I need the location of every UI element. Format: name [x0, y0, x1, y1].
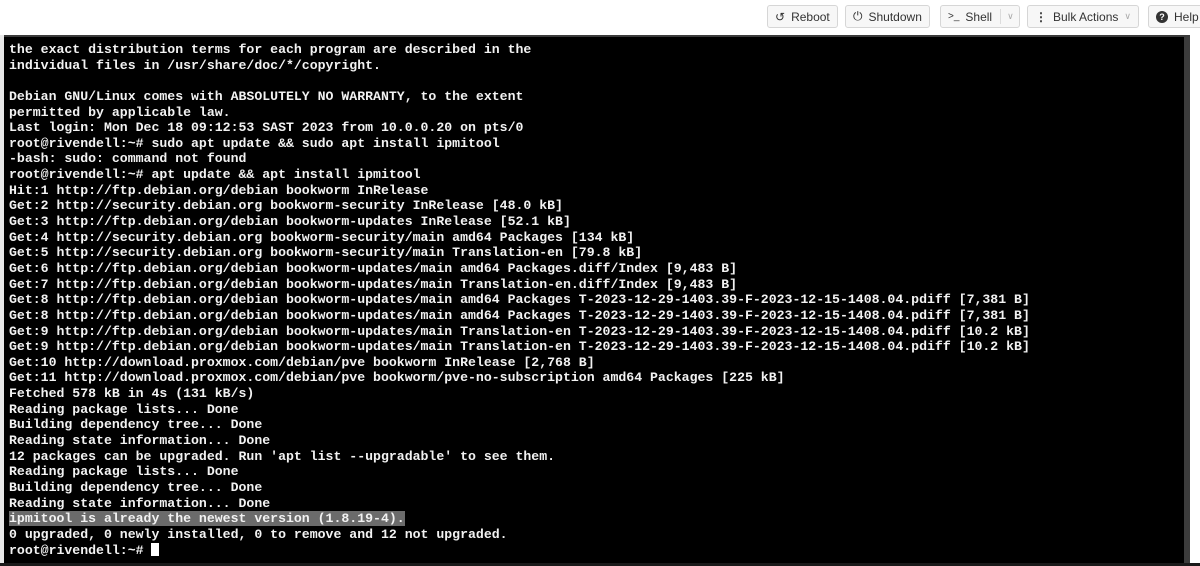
bulk-actions-label: Bulk Actions: [1053, 9, 1119, 24]
terminal-output: the exact distribution terms for each pr…: [9, 42, 1030, 558]
terminal-line-text: Get:9 http://ftp.debian.org/debian bookw…: [9, 323, 1030, 339]
shell-dropdown-chevron-down-icon[interactable]: ∨: [1007, 11, 1014, 22]
terminal-line-text: Debian GNU/Linux comes with ABSOLUTELY N…: [9, 88, 524, 104]
terminal-line: the exact distribution terms for each pr…: [9, 42, 1030, 58]
terminal-icon: >_: [948, 11, 960, 22]
terminal-line: Get:11 http://download.proxmox.com/debia…: [9, 370, 1030, 386]
shutdown-button[interactable]: ⏻ Shutdown: [845, 5, 930, 28]
terminal-line: Reading state information... Done: [9, 433, 1030, 449]
reboot-button[interactable]: ↺ Reboot: [767, 5, 838, 28]
terminal-console[interactable]: the exact distribution terms for each pr…: [4, 35, 1190, 563]
terminal-line: Debian GNU/Linux comes with ABSOLUTELY N…: [9, 89, 1030, 105]
terminal-line: Get:9 http://ftp.debian.org/debian bookw…: [9, 339, 1030, 355]
terminal-line: Get:2 http://security.debian.org bookwor…: [9, 198, 1030, 214]
prompt-line[interactable]: root@rivendell:~#: [9, 542, 1030, 559]
terminal-line: Get:10 http://download.proxmox.com/debia…: [9, 355, 1030, 371]
terminal-line-text: Hit:1 http://ftp.debian.org/debian bookw…: [9, 182, 429, 198]
terminal-line: Reading package lists... Done: [9, 464, 1030, 480]
terminal-line: Get:8 http://ftp.debian.org/debian bookw…: [9, 292, 1030, 308]
kebab-icon: ⋮: [1035, 9, 1047, 24]
terminal-line: 0 upgraded, 0 newly installed, 0 to remo…: [9, 527, 1030, 543]
bulk-actions-button[interactable]: ⋮ Bulk Actions ∨: [1027, 5, 1139, 28]
split-divider: [1000, 9, 1002, 24]
help-button[interactable]: ? Help: [1148, 5, 1200, 28]
terminal-line-text: individual files in /usr/share/doc/*/cop…: [9, 57, 381, 73]
terminal-line-text: Reading state information... Done: [9, 495, 271, 511]
reboot-icon: ↺: [775, 9, 786, 24]
terminal-line: -bash: sudo: command not found: [9, 151, 1030, 167]
terminal-line-text: Get:9 http://ftp.debian.org/debian bookw…: [9, 339, 1030, 355]
terminal-line: individual files in /usr/share/doc/*/cop…: [9, 58, 1030, 74]
bulk-actions-chevron-down-icon: ∨: [1124, 11, 1131, 21]
help-label: Help: [1174, 9, 1199, 24]
terminal-cursor: [151, 542, 160, 556]
terminal-line-text: permitted by applicable law.: [9, 104, 231, 120]
terminal-line-text: 12 packages can be upgraded. Run 'apt li…: [9, 448, 556, 464]
terminal-line-text: Get:11 http://download.proxmox.com/debia…: [9, 370, 785, 386]
terminal-line: Get:6 http://ftp.debian.org/debian bookw…: [9, 261, 1030, 277]
terminal-line: Get:8 http://ftp.debian.org/debian bookw…: [9, 308, 1030, 324]
terminal-line-text: Fetched 578 kB in 4s (131 kB/s): [9, 386, 255, 402]
shutdown-label: Shutdown: [868, 9, 922, 24]
terminal-line: root@rivendell:~# sudo apt update && sud…: [9, 136, 1030, 152]
terminal-line-text: 0 upgraded, 0 newly installed, 0 to remo…: [9, 526, 508, 542]
help-icon: ?: [1156, 10, 1168, 23]
terminal-line: permitted by applicable law.: [9, 105, 1030, 121]
terminal-line-text: Reading package lists... Done: [9, 401, 239, 417]
power-icon: ⏻: [853, 9, 863, 23]
shell-prompt: root@rivendell:~#: [9, 542, 152, 558]
terminal-line-text: Last login: Mon Dec 18 09:12:53 SAST 202…: [9, 120, 524, 136]
terminal-line: Get:4 http://security.debian.org bookwor…: [9, 230, 1030, 246]
terminal-line-text: Get:10 http://download.proxmox.com/debia…: [9, 354, 595, 370]
terminal-line: Get:5 http://security.debian.org bookwor…: [9, 245, 1030, 261]
terminal-line-text: Building dependency tree... Done: [9, 479, 263, 495]
terminal-line-text: Get:6 http://ftp.debian.org/debian bookw…: [9, 260, 738, 276]
terminal-line: Fetched 578 kB in 4s (131 kB/s): [9, 386, 1030, 402]
terminal-line-text: Get:3 http://ftp.debian.org/debian bookw…: [9, 214, 571, 230]
terminal-line-text: the exact distribution terms for each pr…: [9, 42, 532, 57]
reboot-label: Reboot: [791, 9, 830, 24]
terminal-line: Get:7 http://ftp.debian.org/debian bookw…: [9, 277, 1030, 293]
selected-text: ipmitool is already the newest version (…: [9, 511, 405, 527]
terminal-line-text: Get:4 http://security.debian.org bookwor…: [9, 229, 635, 245]
shell-button[interactable]: >_ Shell ∨: [940, 5, 1020, 28]
terminal-line-text: Get:7 http://ftp.debian.org/debian bookw…: [9, 276, 738, 292]
terminal-line-text: Get:8 http://ftp.debian.org/debian bookw…: [9, 307, 1030, 323]
terminal-line: ipmitool is already the newest version (…: [9, 511, 1030, 527]
terminal-line: Hit:1 http://ftp.debian.org/debian bookw…: [9, 183, 1030, 199]
terminal-line: Building dependency tree... Done: [9, 417, 1030, 433]
terminal-line: Reading package lists... Done: [9, 402, 1030, 418]
node-toolbar: ↺ Reboot ⏻ Shutdown >_ Shell ∨ ⋮ Bulk Ac…: [0, 0, 1200, 34]
terminal-line: Get:9 http://ftp.debian.org/debian bookw…: [9, 324, 1030, 340]
terminal-line-text: Reading state information... Done: [9, 433, 271, 449]
terminal-line-text: Reading package lists... Done: [9, 464, 239, 480]
terminal-line: Building dependency tree... Done: [9, 480, 1030, 496]
terminal-line-text: Get:5 http://security.debian.org bookwor…: [9, 245, 643, 261]
terminal-line-text: root@rivendell:~# apt update && apt inst…: [9, 167, 421, 183]
shell-label: Shell: [965, 9, 993, 24]
terminal-line-text: Get:2 http://security.debian.org bookwor…: [9, 198, 563, 214]
terminal-line: 12 packages can be upgraded. Run 'apt li…: [9, 449, 1030, 465]
terminal-line: Last login: Mon Dec 18 09:12:53 SAST 202…: [9, 120, 1030, 136]
terminal-line: Get:3 http://ftp.debian.org/debian bookw…: [9, 214, 1030, 230]
terminal-line: Reading state information... Done: [9, 496, 1030, 512]
terminal-line-text: Building dependency tree... Done: [9, 417, 263, 433]
terminal-line-text: root@rivendell:~# sudo apt update && sud…: [9, 135, 500, 151]
terminal-line: root@rivendell:~# apt update && apt inst…: [9, 167, 1030, 183]
terminal-line-text: Get:8 http://ftp.debian.org/debian bookw…: [9, 292, 1030, 308]
terminal-line-text: -bash: sudo: command not found: [9, 151, 247, 167]
